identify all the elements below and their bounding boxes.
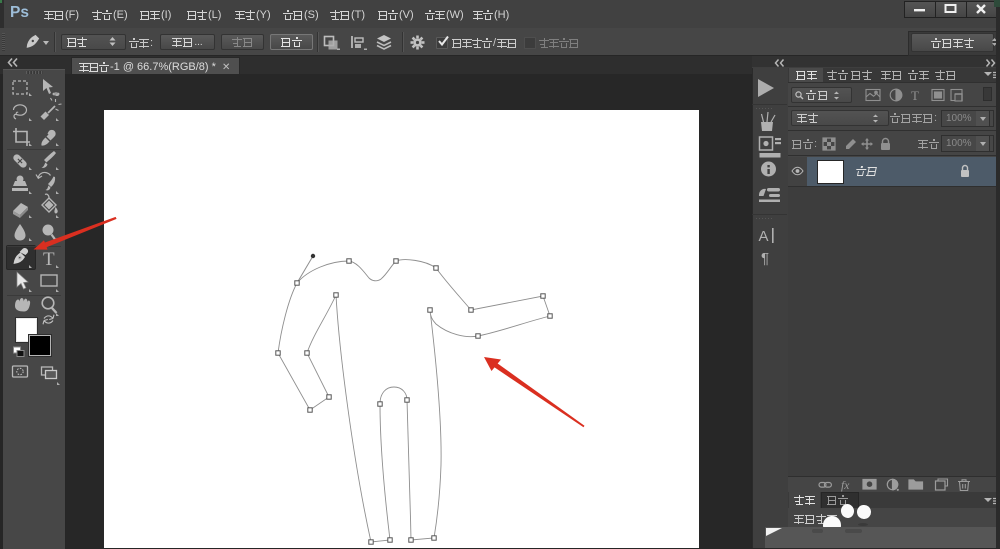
svg-text:¶: ¶ <box>761 250 769 267</box>
svg-text:T: T <box>911 88 919 102</box>
svg-text:fx: fx <box>841 480 850 492</box>
svg-text:A: A <box>759 228 769 245</box>
